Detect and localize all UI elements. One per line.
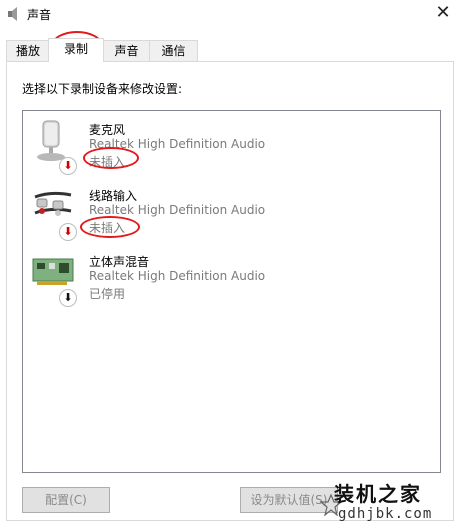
device-name: 立体声混音 (89, 255, 150, 269)
watermark-title: 装机之家 (334, 482, 422, 506)
down-arrow-red-icon: ⬇ (59, 157, 77, 175)
configure-button[interactable]: 配置(C) (22, 487, 110, 513)
tab-strip: 播放 录制 声音 通信 (6, 38, 456, 62)
close-button[interactable]: ✕ (430, 2, 456, 24)
tab-sounds[interactable]: 声音 (102, 40, 151, 61)
instruction-text: 选择以下录制设备来修改设置: (22, 82, 183, 96)
red-annotation-circle (83, 147, 139, 169)
list-item-line-in[interactable]: ⬇ 线路输入 Realtek High Definition Audio 未插入 (23, 179, 440, 245)
red-annotation-circle (80, 216, 140, 238)
device-status: 已停用 (89, 287, 126, 301)
device-description: Realtek High Definition Audio (89, 269, 266, 283)
device-name: 麦克风 (89, 123, 126, 137)
tab-recording[interactable]: 录制 (48, 38, 104, 62)
device-list[interactable]: ⬇ 麦克风 Realtek High Definition Audio 未插入 … (22, 110, 441, 473)
speaker-app-icon (8, 7, 17, 21)
title-bar: 声音 ✕ (0, 0, 460, 28)
device-description: Realtek High Definition Audio (89, 203, 266, 217)
tab-communications[interactable]: 通信 (149, 40, 198, 61)
down-arrow-black-icon: ⬇ (59, 289, 77, 307)
watermark-url: gdhjbk.com (338, 506, 433, 522)
site-watermark: 装机之家 gdhjbk.com (320, 478, 456, 526)
tab-playback[interactable]: 播放 (6, 40, 50, 61)
list-item-microphone[interactable]: ⬇ 麦克风 Realtek High Definition Audio 未插入 (23, 113, 440, 179)
close-icon: ✕ (435, 2, 451, 23)
list-item-stereo-mix[interactable]: ⬇ 立体声混音 Realtek High Definition Audio 已停… (23, 245, 440, 311)
down-arrow-red-icon: ⬇ (59, 223, 77, 241)
window-title: 声音 (27, 8, 52, 22)
device-name: 线路输入 (89, 189, 138, 203)
